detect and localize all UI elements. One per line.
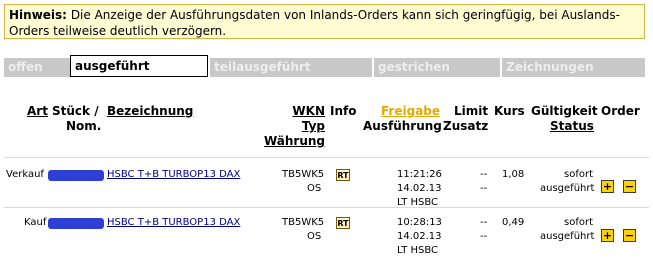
hint-label: Hinweis: (9, 8, 67, 22)
row-status: ausgeführt (540, 183, 595, 194)
row-time: 11:21:26 (397, 169, 442, 180)
col-wkn[interactable]: WKN (292, 104, 325, 119)
col-status[interactable]: Status (550, 119, 594, 134)
realtime-icon[interactable]: RT (336, 217, 350, 229)
row-wkn: TB5WK5 (282, 169, 325, 180)
row-time: 10:28:13 (397, 217, 442, 228)
row-divider (4, 157, 649, 158)
row-date: 14.02.13 (397, 183, 442, 194)
col-order: Order (601, 104, 640, 118)
row-typ: OS (307, 231, 322, 242)
col-kurs: Kurs (494, 104, 525, 118)
instrument-link[interactable]: HSBC T+B TURBOP13 DAX (107, 167, 240, 182)
row-art: Kauf (24, 217, 47, 228)
tab-teilausgefuehrt[interactable]: teilausgeführt (208, 58, 372, 77)
minus-button[interactable]: − (623, 229, 636, 242)
row-zusatz: -- (480, 183, 488, 194)
col-gueltigkeit: Gültigkeit (531, 104, 598, 118)
redacted-quantity (48, 218, 104, 229)
row-zusatz: -- (480, 231, 488, 242)
col-freigabe[interactable]: Freigabe (381, 104, 440, 119)
instrument-link[interactable]: HSBC T+B TURBOP13 DAX (107, 215, 240, 230)
redacted-quantity (48, 170, 104, 181)
row-kurs: 1,08 (502, 169, 525, 180)
hint-text: Die Anzeige der Ausführungsdaten von Inl… (9, 8, 620, 38)
tab-gestrichen[interactable]: gestrichen (372, 58, 500, 77)
row-gueltigkeit: sofort (564, 169, 593, 180)
tab-ausgefuehrt[interactable]: ausgeführt (70, 55, 208, 77)
hint-box: Hinweis: Die Anzeige der Ausführungsdate… (4, 4, 645, 39)
row-kurs: 0,49 (502, 217, 525, 228)
row-wkn: TB5WK5 (282, 217, 325, 228)
row-date: 14.02.13 (397, 231, 442, 242)
col-ausfuehrung: Ausführung (363, 119, 442, 133)
col-zusatz: Zusatz (443, 119, 489, 133)
col-bezeichnung[interactable]: Bezeichnung (107, 104, 193, 119)
tab-offen[interactable]: offen (4, 58, 70, 77)
row-venue: LT HSBC (397, 245, 439, 256)
row-art: Verkauf (6, 169, 44, 180)
col-art[interactable]: Art (27, 104, 48, 119)
col-info: Info (330, 104, 357, 118)
plus-button[interactable]: + (601, 229, 614, 242)
order-status-tabs: offen ausgeführt teilausgeführt gestrich… (4, 55, 645, 77)
row-status: ausgeführt (540, 231, 595, 242)
row-limit: -- (480, 217, 488, 228)
row-gueltigkeit: sofort (564, 217, 593, 228)
tab-zeichnungen[interactable]: Zeichnungen (500, 58, 645, 77)
col-waehrung[interactable]: Währung (262, 134, 325, 149)
col-typ[interactable]: Typ (292, 119, 325, 134)
plus-button[interactable]: + (601, 180, 614, 193)
row-typ: OS (307, 183, 322, 194)
col-limit: Limit (454, 104, 489, 118)
row-divider (4, 207, 649, 208)
row-limit: -- (480, 169, 488, 180)
realtime-icon[interactable]: RT (336, 169, 350, 181)
col-nom: Nom. (66, 119, 102, 133)
col-stueck: Stück / (52, 104, 99, 118)
minus-button[interactable]: − (623, 180, 636, 193)
